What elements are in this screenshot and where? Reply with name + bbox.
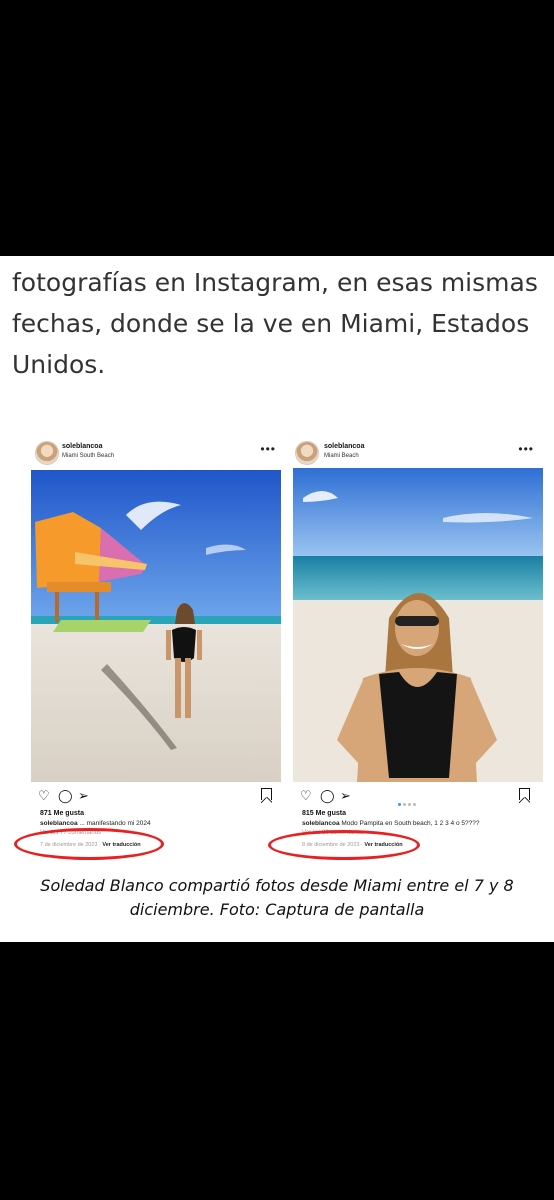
post-username[interactable]: soleblancoa: [324, 443, 364, 450]
bookmark-icon[interactable]: [519, 788, 530, 803]
instagram-post-1: soleblancoa Miami South Beach ••• ♡ ◯ ➢ …: [10, 436, 286, 864]
more-dots-icon[interactable]: •••: [260, 442, 276, 456]
send-icon[interactable]: ➢: [78, 788, 89, 804]
caption-text: Modo Pampita en South beach, 1 2 3 4 o 5…: [341, 820, 480, 827]
heart-icon[interactable]: ♡: [38, 788, 50, 804]
translate-link[interactable]: Ver traducción: [364, 842, 402, 848]
heart-icon[interactable]: ♡: [300, 788, 312, 804]
instagram-screenshots: soleblancoa Miami South Beach ••• ♡ ◯ ➢ …: [10, 436, 544, 864]
caption-text: ... manifestando mi 2024: [79, 820, 151, 827]
avatar[interactable]: [296, 442, 318, 464]
post-location[interactable]: Miami South Beach: [62, 453, 114, 459]
carousel-indicator: [398, 793, 418, 811]
comment-icon[interactable]: ◯: [320, 788, 335, 804]
post-date: 8 de diciembre de 2023: [302, 842, 360, 848]
caption-username[interactable]: soleblancoa: [40, 820, 78, 827]
post-caption: soleblancoa Modo Pampita en South beach,…: [302, 820, 479, 827]
post-date: 7 de diciembre de 2023: [40, 842, 98, 848]
article-paragraph: fotografías en Instagram, en esas mismas…: [12, 268, 538, 379]
caption-username[interactable]: soleblancoa: [302, 820, 340, 827]
bookmark-icon[interactable]: [261, 788, 272, 803]
post-username[interactable]: soleblancoa: [62, 443, 102, 450]
translate-link[interactable]: Ver traducción: [102, 842, 140, 848]
more-dots-icon[interactable]: •••: [518, 442, 534, 456]
post-actions: ♡ ◯ ➢: [38, 788, 272, 804]
likes-count[interactable]: 815 Me gusta: [302, 810, 346, 817]
post-header: soleblancoa Miami Beach •••: [286, 436, 544, 470]
post-date-row: 7 de diciembre de 2023 · Ver traducción: [40, 842, 141, 848]
view-comments-link[interactable]: Ver los 77 comentarios: [40, 830, 101, 836]
send-icon[interactable]: ➢: [340, 788, 351, 804]
photo-caption: Soledad Blanco compartió fotos desde Mia…: [40, 876, 514, 919]
comment-icon[interactable]: ◯: [58, 788, 73, 804]
post-date-row: 8 de diciembre de 2023 · Ver traducción: [302, 842, 403, 848]
avatar[interactable]: [36, 442, 58, 464]
instagram-post-2: soleblancoa Miami Beach ••• ♡ ◯ ➢ 815 Me…: [286, 436, 544, 864]
post-caption: soleblancoa ... manifestando mi 2024: [40, 820, 151, 827]
post-photo-lifeguard-tower[interactable]: [31, 470, 281, 782]
post-location[interactable]: Miami Beach: [324, 453, 359, 459]
likes-count[interactable]: 871 Me gusta: [40, 810, 84, 817]
post-photo-beach-portrait[interactable]: [293, 468, 543, 782]
post-header: soleblancoa Miami South Beach •••: [10, 436, 286, 470]
article-section: fotografías en Instagram, en esas mismas…: [0, 256, 554, 942]
view-comments-link[interactable]: Ver los 80 comentarios: [302, 830, 363, 836]
